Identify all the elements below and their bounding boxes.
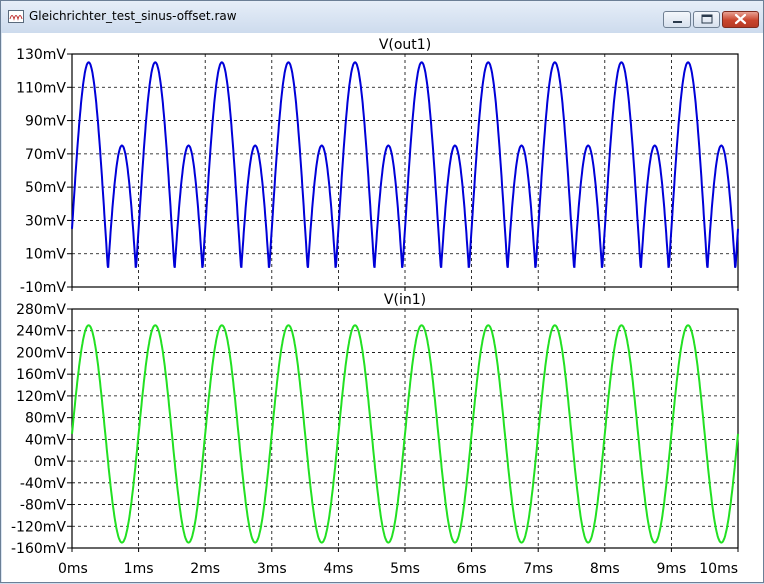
y-tick-label: -160mV [11,541,66,557]
x-tick-label: 1ms [124,561,154,577]
x-tick-label: 6ms [457,561,487,577]
y-tick-label: 280mV [16,302,66,318]
x-tick-label: 4ms [323,561,353,577]
x-tick-label: 5ms [390,561,420,577]
y-tick-label: 30mV [25,213,66,229]
x-tick-label: 3ms [257,561,287,577]
pane-title-in1: V(in1) [384,292,426,308]
y-tick-label: 90mV [25,114,66,130]
y-tick-label: 0mV [34,454,67,470]
waveform-chart: V(out1) 130mV 110mV 90mV 70mV 50mV 30mV 10mV -1… [11,37,739,577]
y-tick-label: 50mV [25,180,66,196]
waveform-window: Gleichrichter_test_sinus-offset.raw V(ou… [0,0,764,583]
x-tick-label: 9ms [656,561,686,577]
x-tick-label: 8ms [590,561,620,577]
y-tick-label: 40mV [25,432,66,448]
x-tick-label: 10ms [699,561,738,577]
y-tick-label: -120mV [11,519,66,535]
y-tick-label: 70mV [25,147,66,163]
y-tick-label: 130mV [16,47,66,63]
y-tick-label: 160mV [16,367,66,383]
y-tick-label: -40mV [20,476,67,492]
x-tick-label: 7ms [523,561,553,577]
pane-in1[interactable]: V(in1) 280mV 240mV 200mV 160mV 120mV 80mV 40mV… [11,292,739,577]
x-tick-label: 0ms [58,561,88,577]
pane-out1[interactable]: V(out1) 130mV 110mV 90mV 70mV 50mV 30mV 10mV -1… [16,37,739,296]
y-tick-label: 80mV [25,411,66,427]
pane-title-out1: V(out1) [379,37,431,53]
y-tick-label: 10mV [25,247,66,263]
y-tick-label: -80mV [20,498,67,514]
y-tick-label: 120mV [16,389,66,405]
y-tick-label: 240mV [16,324,66,340]
x-tick-label: 2ms [190,561,220,577]
y-tick-label: 200mV [16,345,66,361]
y-tick-label: 110mV [16,80,66,96]
y-tick-label: -10mV [20,280,67,296]
